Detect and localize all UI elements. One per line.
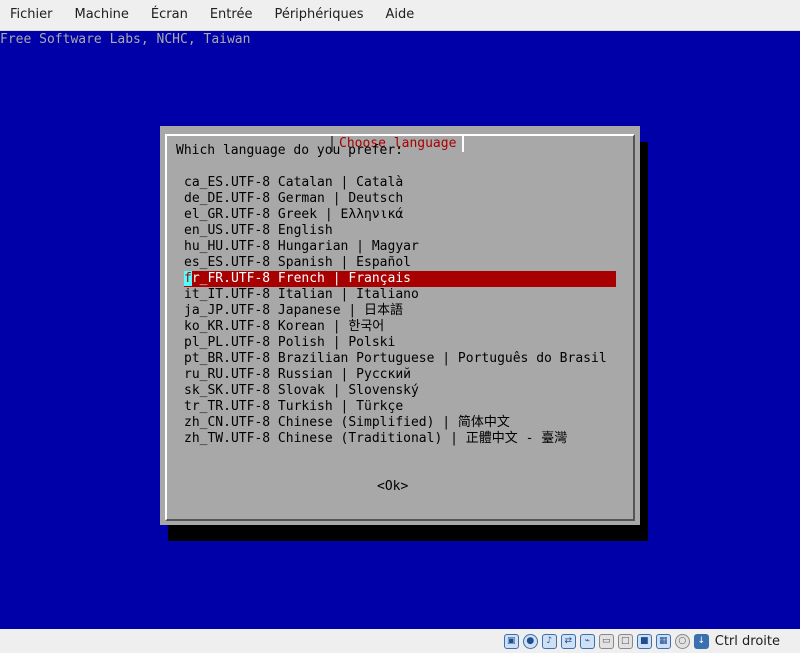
processor-icon[interactable]: ▦ — [655, 633, 671, 649]
usb-icon[interactable]: ⌁ — [579, 633, 595, 649]
language-item[interactable]: pt_BR.UTF-8 Brazilian Portuguese | Portu… — [184, 351, 616, 367]
menu-fichier[interactable]: Fichier — [0, 0, 64, 30]
menu-machine[interactable]: Machine — [64, 0, 140, 30]
status-bar: ▣ ● ♪ ⇄ ⌁ ▭ □ ■ ▦ ○ ↓ Ctrl droite — [0, 629, 800, 653]
dialog-prompt: Which language do you prefer: — [176, 143, 403, 158]
language-item[interactable]: ja_JP.UTF-8 Japanese | 日本語 — [184, 303, 616, 319]
text-cursor: f — [184, 271, 192, 286]
language-item[interactable]: fr_FR.UTF-8 French | Français — [184, 271, 616, 287]
vm-screen[interactable]: Free Software Labs, NCHC, Taiwan Choose … — [0, 31, 800, 629]
language-item[interactable]: tr_TR.UTF-8 Turkish | Türkçe — [184, 399, 616, 415]
menu-entree[interactable]: Entrée — [199, 0, 264, 30]
shared-folder-icon[interactable]: ▭ — [598, 633, 614, 649]
language-dialog: Choose language Which language do you pr… — [160, 126, 640, 525]
language-item[interactable]: it_IT.UTF-8 Italian | Italiano — [184, 287, 616, 303]
ok-button[interactable]: <Ok> — [377, 479, 408, 495]
mouse-integration-icon[interactable]: ○ — [674, 633, 690, 649]
hard-disk-icon[interactable]: ▣ — [503, 633, 519, 649]
host-key-arrow-icon[interactable]: ↓ — [693, 633, 709, 649]
video-capture-icon[interactable]: ■ — [636, 633, 652, 649]
host-key-label: Ctrl droite — [714, 633, 780, 649]
language-item[interactable]: ca_ES.UTF-8 Catalan | Català — [184, 175, 616, 191]
language-item[interactable]: ru_RU.UTF-8 Russian | Русский — [184, 367, 616, 383]
audio-icon[interactable]: ♪ — [541, 633, 557, 649]
language-item[interactable]: ko_KR.UTF-8 Korean | 한국어 — [184, 319, 616, 335]
language-item[interactable]: zh_TW.UTF-8 Chinese (Traditional) | 正體中文… — [184, 431, 616, 447]
menu-ecran[interactable]: Écran — [140, 0, 199, 30]
language-list: ca_ES.UTF-8 Catalan | Català de_DE.UTF-8… — [184, 175, 616, 447]
language-item[interactable]: pl_PL.UTF-8 Polish | Polski — [184, 335, 616, 351]
network-icon[interactable]: ⇄ — [560, 633, 576, 649]
menu-bar: Fichier Machine Écran Entrée Périphériqu… — [0, 0, 800, 31]
menu-aide[interactable]: Aide — [375, 0, 426, 30]
display-icon[interactable]: □ — [617, 633, 633, 649]
language-item[interactable]: en_US.UTF-8 English — [184, 223, 616, 239]
optical-drive-icon[interactable]: ● — [522, 633, 538, 649]
language-item[interactable]: sk_SK.UTF-8 Slovak | Slovenský — [184, 383, 616, 399]
language-item[interactable]: zh_CN.UTF-8 Chinese (Simplified) | 简体中文 — [184, 415, 616, 431]
language-item[interactable]: el_GR.UTF-8 Greek | Ελληνικά — [184, 207, 616, 223]
language-item[interactable]: hu_HU.UTF-8 Hungarian | Magyar — [184, 239, 616, 255]
language-item[interactable]: es_ES.UTF-8 Spanish | Español — [184, 255, 616, 271]
banner-text: Free Software Labs, NCHC, Taiwan — [0, 32, 251, 47]
language-item[interactable]: de_DE.UTF-8 German | Deutsch — [184, 191, 616, 207]
menu-peripheriques[interactable]: Périphériques — [263, 0, 374, 30]
